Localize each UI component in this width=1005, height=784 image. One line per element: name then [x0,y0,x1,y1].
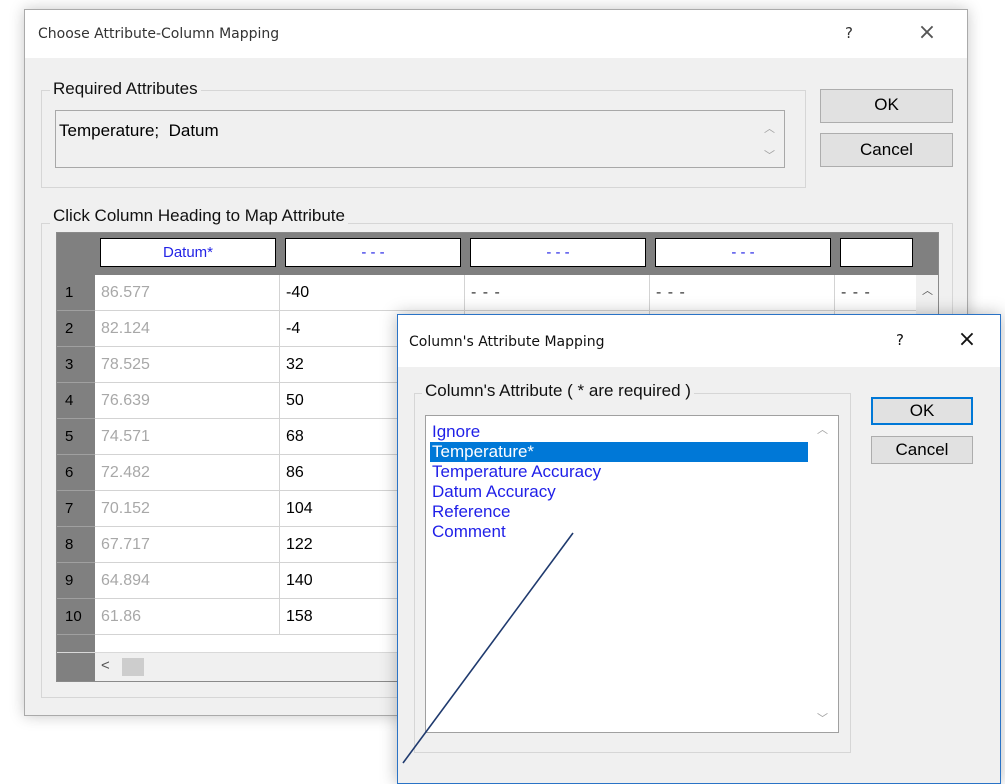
scroll-left-icon[interactable]: < [101,657,110,674]
column-header-5[interactable] [835,233,938,275]
title-bar: Column's Attribute Mapping ? × [398,315,1000,367]
required-attributes-text: Temperature; Datum [59,121,219,140]
dialog-title: Column's Attribute Mapping [409,334,605,350]
attribute-item[interactable]: Datum Accuracy [430,482,556,502]
scroll-up-icon[interactable]: ︿ [817,424,828,435]
column-header-2[interactable]: - - - [280,233,465,275]
column-header-3[interactable]: - - - [465,233,650,275]
scroll-up-icon[interactable]: ︿ [922,285,933,296]
cancel-button[interactable]: Cancel [820,133,953,167]
row-header[interactable]: 9 [57,563,95,599]
column-header-label: - - - [655,238,831,267]
attribute-item[interactable]: Reference [430,502,510,522]
grid-corner-bottom [57,653,95,681]
close-button[interactable]: × [915,20,939,45]
row-number: 1 [65,284,74,301]
column-header-4[interactable]: - - - [650,233,835,275]
column-header-label [840,238,913,267]
row-number: 3 [65,356,74,373]
row-number: 10 [65,608,82,625]
column-header-label: - - - [285,238,461,267]
row-header[interactable]: 6 [57,455,95,491]
row-number: 9 [65,572,74,589]
attribute-item[interactable]: Temperature* [430,442,808,462]
column-mapping-label: Click Column Heading to Map Attribute [50,206,348,226]
grid-corner [57,233,95,275]
column-attribute-label: Column's Attribute ( * are required ) [422,381,694,401]
close-button[interactable]: × [955,327,979,352]
required-attributes-label: Required Attributes [50,79,201,99]
scroll-down-icon[interactable]: ﹀ [817,713,828,724]
grid-cell-datum[interactable]: 82.124 [95,311,280,347]
row-header[interactable]: 2 [57,311,95,347]
grid-cell-temp[interactable]: -40 [280,275,465,311]
grid-cell-datum[interactable]: 67.717 [95,527,280,563]
row-header[interactable]: 7 [57,491,95,527]
grid-cell-datum[interactable]: 70.152 [95,491,280,527]
attribute-item[interactable]: Ignore [430,422,480,442]
grid-cell-c5[interactable]: - - - [835,275,918,311]
row-header[interactable]: 5 [57,419,95,455]
grid-cell-datum[interactable]: 78.525 [95,347,280,383]
grid-cell-c3[interactable]: - - - [465,275,650,311]
row-number: 5 [65,428,74,445]
scroll-up-icon[interactable]: ︿ [764,123,775,134]
row-number: 6 [65,464,74,481]
dialog-title: Choose Attribute-Column Mapping [38,26,280,42]
attribute-item[interactable]: Temperature Accuracy [430,462,601,482]
grid-cell-datum[interactable]: 61.86 [95,599,280,635]
attribute-item[interactable]: Comment [430,522,506,542]
scroll-thumb[interactable] [122,658,144,676]
row-number: 7 [65,500,74,517]
grid-cell-datum[interactable]: 74.571 [95,419,280,455]
row-number: 2 [65,320,74,337]
required-attributes-textbox[interactable]: Temperature; Datum ︿ ﹀ [55,110,785,168]
row-header[interactable]: 1 [57,275,95,311]
column-attribute-mapping-dialog: Column's Attribute Mapping ? × Column's … [397,314,1001,784]
grid-cell-c4[interactable]: - - - [650,275,835,311]
row-header[interactable]: 8 [57,527,95,563]
row-header[interactable]: 3 [57,347,95,383]
column-header-label: Datum* [100,238,276,267]
row-header[interactable] [57,635,95,653]
cancel-button[interactable]: Cancel [871,436,973,464]
row-header[interactable]: 4 [57,383,95,419]
scroll-down-icon[interactable]: ﹀ [764,150,775,161]
row-number: 4 [65,392,74,409]
ok-button[interactable]: OK [820,89,953,123]
title-bar: Choose Attribute-Column Mapping ? × [25,10,967,58]
ok-button[interactable]: OK [871,397,973,425]
grid-cell-datum[interactable]: 72.482 [95,455,280,491]
attribute-listbox[interactable]: Ignore Temperature* Temperature Accuracy Da… [425,415,839,733]
help-button[interactable]: ? [837,24,861,42]
column-header-label: - - - [470,238,646,267]
help-button[interactable]: ? [890,331,910,349]
grid-cell-datum[interactable]: 76.639 [95,383,280,419]
grid-cell-datum[interactable]: 86.577 [95,275,280,311]
column-header-1[interactable]: Datum* [95,233,280,275]
row-number: 8 [65,536,74,553]
row-header[interactable]: 10 [57,599,95,635]
grid-cell-datum[interactable]: 64.894 [95,563,280,599]
